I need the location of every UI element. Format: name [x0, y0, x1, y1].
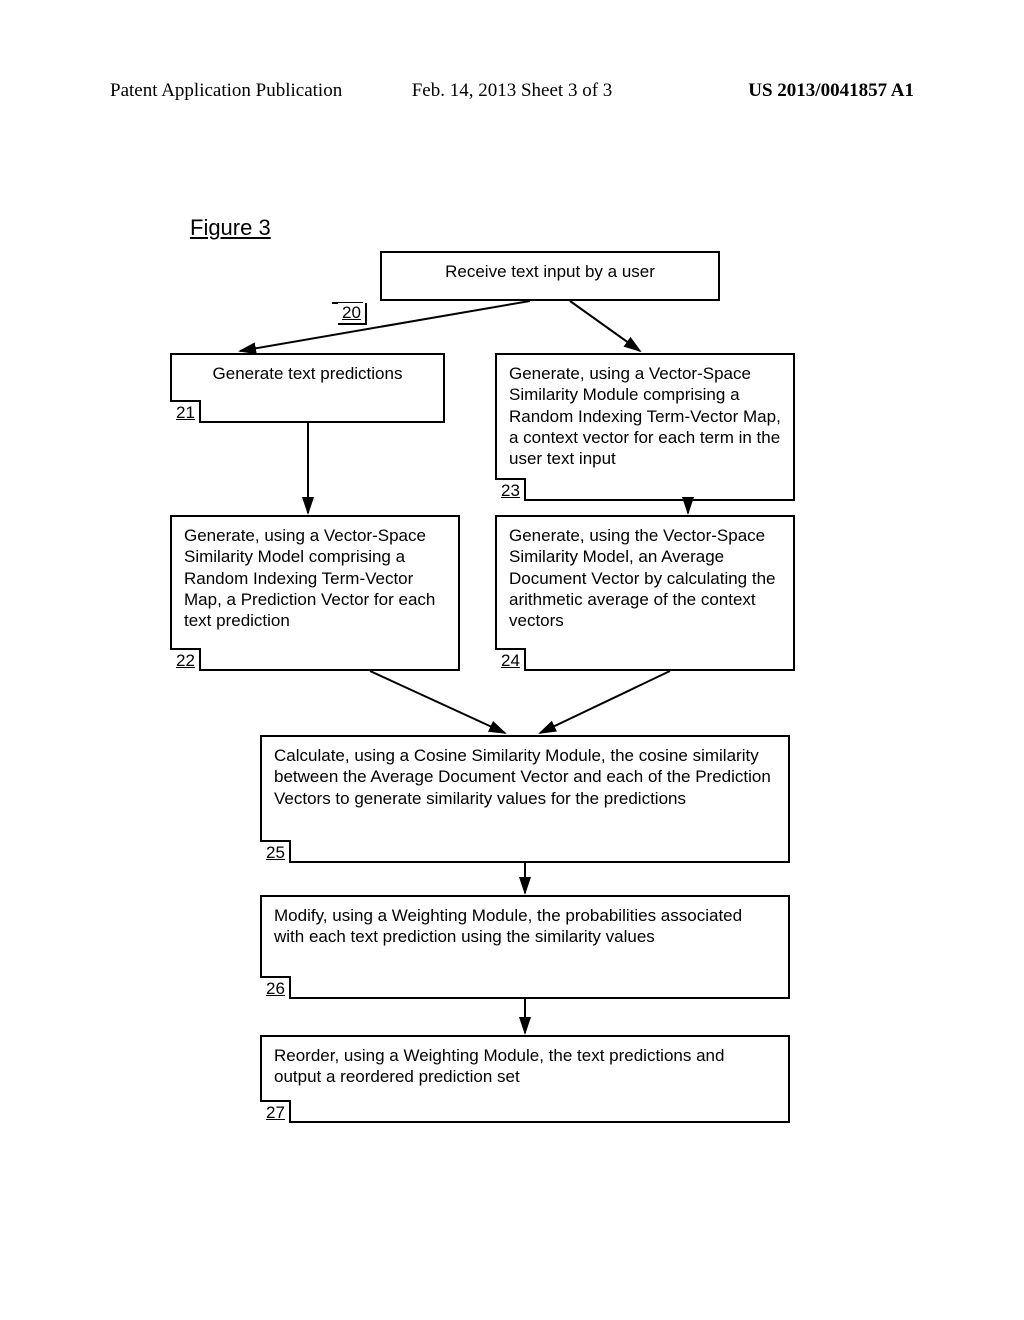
page-header: Patent Application Publication Feb. 14, …	[0, 80, 1024, 102]
ref-num-25: 25	[260, 840, 291, 863]
flow-box-25-text: Calculate, using a Cosine Similarity Mod…	[274, 745, 776, 831]
flow-box-20-text: Receive text input by a user	[394, 261, 706, 304]
ref-num-22: 22	[170, 648, 201, 671]
header-right-text: US 2013/0041857 A1	[748, 80, 914, 102]
flow-box-24-text: Generate, using the Vector-Space Similar…	[509, 525, 781, 653]
flow-box-27-text: Reorder, using a Weighting Module, the t…	[274, 1045, 776, 1110]
header-center-text: Feb. 14, 2013 Sheet 3 of 3	[412, 80, 613, 102]
flow-box-25: Calculate, using a Cosine Similarity Mod…	[260, 735, 790, 863]
flow-box-23-text: Generate, using a Vector-Space Similarit…	[509, 363, 781, 491]
flow-box-26-text: Modify, using a Weighting Module, the pr…	[274, 905, 776, 970]
ref-num-23: 23	[495, 478, 526, 501]
flow-box-24: Generate, using the Vector-Space Similar…	[495, 515, 795, 671]
flow-box-20: Receive text input by a user 20	[380, 251, 720, 301]
ref-num-27: 27	[260, 1100, 291, 1123]
flow-box-23: Generate, using a Vector-Space Similarit…	[495, 353, 795, 501]
figure-title: Figure 3	[190, 215, 271, 241]
ref-num-26: 26	[260, 976, 291, 999]
flow-box-26: Modify, using a Weighting Module, the pr…	[260, 895, 790, 999]
ref-num-20-label: 20	[338, 303, 367, 325]
flow-box-27: Reorder, using a Weighting Module, the t…	[260, 1035, 790, 1123]
ref-num-24: 24	[495, 648, 526, 671]
header-left-text: Patent Application Publication	[110, 80, 342, 102]
flow-box-22: Generate, using a Vector-Space Similarit…	[170, 515, 460, 671]
flow-box-21-text: Generate text predictions	[184, 363, 431, 406]
flow-box-21: Generate text predictions 21	[170, 353, 445, 423]
ref-num-21: 21	[170, 400, 201, 423]
flow-box-22-text: Generate, using a Vector-Space Similarit…	[184, 525, 446, 653]
